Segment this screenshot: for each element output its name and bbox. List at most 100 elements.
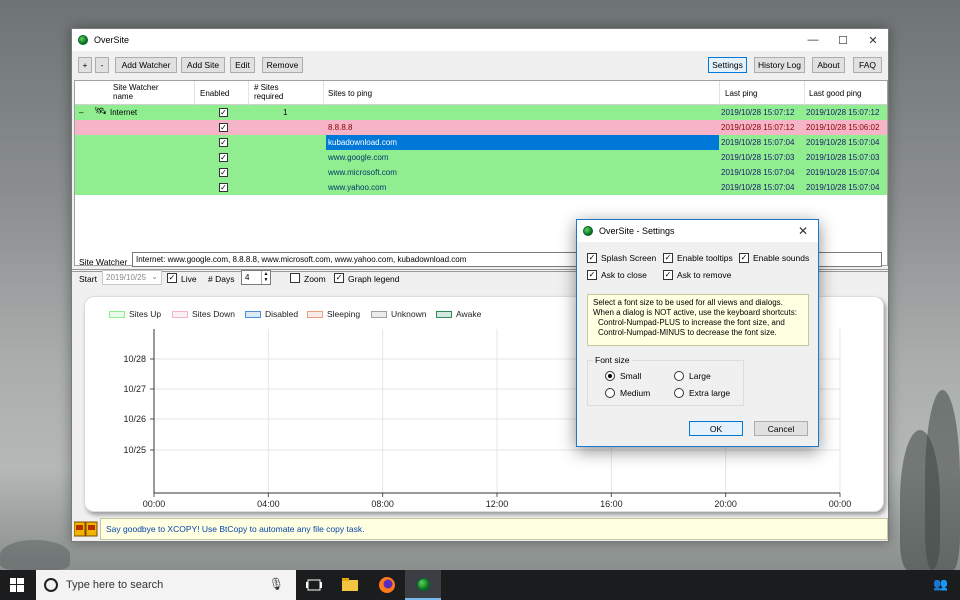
edit-button[interactable]: Edit (230, 57, 255, 73)
column-header[interactable]: # Sites required (254, 83, 294, 101)
windows-start-icon[interactable] (10, 578, 24, 592)
live-checkbox[interactable]: ✓ (167, 273, 177, 283)
faq-button[interactable]: FAQ (853, 57, 882, 73)
enabled-checkbox[interactable]: ✓ (219, 138, 228, 147)
oversite-taskbar-button[interactable] (405, 570, 441, 600)
dialog-close-button[interactable]: ✕ (788, 224, 818, 238)
x-tick-label: 16:00 (600, 499, 623, 509)
column-header[interactable]: Last good ping (809, 89, 862, 98)
minimize-button[interactable]: — (798, 34, 828, 46)
people-icon[interactable]: 👥 (933, 577, 948, 591)
column-header[interactable]: Sites to ping (328, 89, 372, 98)
history-log-button[interactable]: History Log (754, 57, 805, 73)
last-ping: 2019/10/28 15:07:12 (721, 108, 795, 117)
enabled-checkbox[interactable]: ✓ (219, 183, 228, 192)
last-ping: 2019/10/28 15:07:04 (721, 183, 795, 192)
site-row[interactable]: ✓ www.yahoo.com 2019/10/28 15:07:04 2019… (75, 180, 887, 195)
maximize-button[interactable]: ☐ (828, 34, 858, 47)
splash-screen-checkbox[interactable]: ✓ Splash Screen (587, 253, 656, 263)
y-tick-label: 10/28 (123, 354, 146, 364)
info-line: Control-Numpad-MINUS to decrease the fon… (598, 328, 777, 337)
radio-dot[interactable] (605, 371, 615, 381)
checkbox-box[interactable]: ✓ (587, 253, 597, 263)
zoom-checkbox[interactable] (290, 273, 300, 283)
cancel-button[interactable]: Cancel (754, 421, 808, 436)
column-header[interactable]: Site Watcher name (113, 83, 167, 101)
info-line: Control-Numpad-PLUS to increase the font… (598, 318, 785, 327)
title-bar[interactable]: OverSite — ☐ ✕ (72, 29, 888, 51)
dialog-title: OverSite - Settings (599, 226, 675, 236)
info-line: Select a font size to be used for all vi… (593, 298, 783, 307)
font-large-radio[interactable]: Large (674, 371, 711, 381)
radio-dot[interactable] (674, 371, 684, 381)
checkbox-box[interactable]: ✓ (663, 270, 673, 280)
x-tick-label: 04:00 (257, 499, 280, 509)
enable-tooltips-checkbox[interactable]: ✓ Enable tooltips (663, 253, 733, 263)
microphone-icon[interactable]: 🎙 (269, 577, 284, 591)
enabled-checkbox[interactable]: ✓ (219, 108, 228, 117)
site-row[interactable]: ✓ www.microsoft.com 2019/10/28 15:07:04 … (75, 165, 887, 180)
expand-button[interactable]: + (78, 57, 92, 73)
checkbox-label: Splash Screen (601, 253, 657, 263)
toolbar: + - Add Watcher Add Site Edit Remove Set… (78, 57, 884, 75)
file-explorer-icon[interactable] (340, 575, 360, 595)
enable-sounds-checkbox[interactable]: ✓ Enable sounds (739, 253, 809, 263)
font-size-info-box: Select a font size to be used for all vi… (587, 294, 809, 346)
site-row[interactable]: ✓ 8.8.8.8 2019/10/28 15:07:12 2019/10/28… (75, 120, 887, 135)
site-row[interactable]: ✓ kubadownload.com 2019/10/28 15:07:04 2… (75, 135, 887, 150)
site-row[interactable]: ✓ www.google.com 2019/10/28 15:07:03 201… (75, 150, 887, 165)
font-size-group-title: Font size (593, 355, 632, 365)
radio-label: Medium (620, 388, 651, 398)
enabled-checkbox[interactable]: ✓ (219, 168, 228, 177)
background-tree (0, 540, 70, 570)
column-header[interactable]: Enabled (200, 89, 229, 98)
ask-to-remove-checkbox[interactable]: ✓ Ask to remove (663, 270, 731, 280)
last-good-ping: 2019/10/28 15:07:04 (806, 168, 880, 177)
ok-button[interactable]: OK (689, 421, 743, 436)
checkbox-box[interactable]: ✓ (663, 253, 673, 263)
enabled-checkbox[interactable]: ✓ (219, 153, 228, 162)
add-watcher-button[interactable]: Add Watcher (115, 57, 177, 73)
site-name: www.microsoft.com (328, 168, 397, 177)
about-button[interactable]: About (812, 57, 845, 73)
checkbox-box[interactable]: ✓ (587, 270, 597, 280)
font-small-radio[interactable]: Small (605, 371, 641, 381)
ask-to-close-checkbox[interactable]: ✓ Ask to close (587, 270, 647, 280)
start-label: Start (79, 274, 97, 284)
watcher-name: Internet (110, 108, 138, 117)
radio-label: Extra large (689, 388, 731, 398)
collapse-button[interactable]: - (95, 57, 109, 73)
checkbox-label: Ask to remove (677, 270, 732, 280)
graph-legend-checkbox[interactable]: ✓ (334, 273, 344, 283)
spin-arrows-icon[interactable]: ▲ ▼ (261, 271, 270, 284)
graph-legend-label: Graph legend (348, 274, 400, 284)
y-tick-label: 10/25 (123, 445, 146, 455)
task-view-icon[interactable] (304, 575, 324, 595)
dialog-title-bar[interactable]: OverSite - Settings ✕ (577, 220, 818, 242)
radio-dot[interactable] (674, 388, 684, 398)
tip-link[interactable]: Say goodbye to XCOPY! Use BtCopy to auto… (100, 518, 888, 540)
start-date-field[interactable]: 2019/10/25 ⌄ (102, 270, 162, 285)
days-stepper[interactable]: 4 ▲ ▼ (241, 270, 271, 285)
firefox-icon[interactable] (377, 575, 397, 595)
radio-label: Small (620, 371, 642, 381)
watcher-row[interactable]: – 🛰 Internet ✓ 1 2019/10/28 15:07:12 201… (75, 105, 887, 120)
enabled-checkbox[interactable]: ✓ (219, 123, 228, 132)
remove-button[interactable]: Remove (262, 57, 303, 73)
live-label: Live (181, 274, 197, 284)
column-header[interactable]: Last ping (725, 89, 757, 98)
site-name: kubadownload.com (326, 135, 719, 150)
add-site-button[interactable]: Add Site (181, 57, 225, 73)
tree-expander[interactable]: – (79, 108, 83, 117)
taskbar-search-box[interactable]: Type here to search 🎙 (36, 570, 296, 600)
days-value: 4 (245, 273, 250, 282)
settings-button[interactable]: Settings (708, 57, 747, 73)
start-date-value: 2019/10/25 (106, 273, 147, 282)
close-button[interactable]: ✕ (858, 34, 888, 47)
font-medium-radio[interactable]: Medium (605, 388, 650, 398)
window-title: OverSite (94, 35, 130, 45)
radio-dot[interactable] (605, 388, 615, 398)
font-extra-large-radio[interactable]: Extra large (674, 388, 730, 398)
last-ping: 2019/10/28 15:07:12 (721, 123, 795, 132)
checkbox-box[interactable]: ✓ (739, 253, 749, 263)
